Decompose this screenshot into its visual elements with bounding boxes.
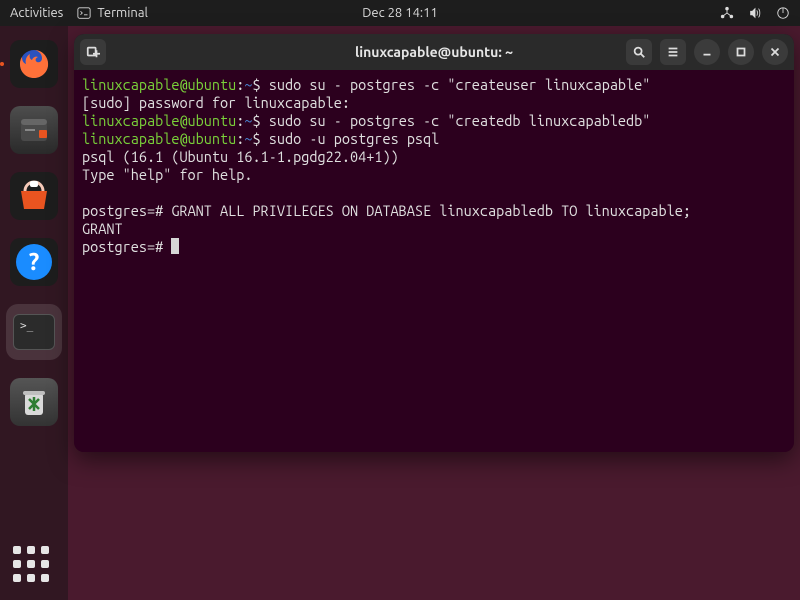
terminal-titlebar[interactable]: linuxcapable@ubuntu: ~	[74, 34, 794, 70]
terminal-cursor	[171, 238, 179, 254]
terminal-thumb-icon: >_	[13, 314, 55, 350]
focused-app-menu[interactable]: Terminal	[77, 6, 148, 20]
terminal-window: linuxcapable@ubuntu: ~ linuxcapable@ubun…	[74, 34, 794, 452]
power-icon[interactable]	[776, 6, 790, 20]
output-line: GRANT	[82, 220, 123, 237]
dock-terminal[interactable]: >_	[6, 304, 62, 360]
hamburger-menu-button[interactable]	[660, 39, 686, 65]
prompt-path: ~	[244, 130, 252, 147]
pg-prompt: postgres=#	[82, 202, 163, 219]
pg-prompt: postgres=#	[82, 238, 163, 255]
prompt-user: linuxcapable@ubuntu	[82, 76, 236, 93]
new-tab-button[interactable]	[80, 39, 106, 65]
cmd-line: GRANT ALL PRIVILEGES ON DATABASE linuxca…	[163, 202, 691, 219]
terminal-app-icon	[77, 6, 91, 20]
search-button[interactable]	[626, 39, 652, 65]
show-applications[interactable]	[0, 546, 68, 588]
output-line: Type "help" for help.	[82, 166, 253, 183]
prompt-symbol: $	[253, 76, 261, 93]
cmd-line: sudo -u postgres psql	[261, 130, 440, 147]
terminal-output[interactable]: linuxcapable@ubuntu:~$ sudo su - postgre…	[74, 70, 794, 452]
dock: ? >_	[0, 26, 68, 600]
dock-firefox[interactable]	[10, 40, 58, 88]
minimize-button[interactable]	[694, 39, 720, 65]
dock-software[interactable]	[10, 172, 58, 220]
close-button[interactable]	[762, 39, 788, 65]
gnome-top-bar: Activities Terminal Dec 28 14:11	[0, 0, 800, 26]
dock-trash[interactable]	[10, 378, 58, 426]
output-line: [sudo] password for linuxcapable:	[82, 94, 350, 111]
prompt-path: ~	[244, 76, 252, 93]
maximize-button[interactable]	[728, 39, 754, 65]
svg-text:?: ?	[29, 248, 40, 275]
prompt-user: linuxcapable@ubuntu	[82, 112, 236, 129]
activities-button[interactable]: Activities	[10, 6, 63, 20]
volume-icon[interactable]	[748, 6, 762, 20]
dock-files[interactable]	[10, 106, 58, 154]
network-icon[interactable]	[720, 6, 734, 20]
prompt-symbol: $	[253, 112, 261, 129]
apps-grid-icon	[13, 546, 55, 588]
dock-help[interactable]: ?	[10, 238, 58, 286]
window-title: linuxcapable@ubuntu: ~	[355, 44, 513, 60]
prompt-symbol: $	[253, 130, 261, 147]
clock[interactable]: Dec 28 14:11	[362, 6, 438, 20]
focused-app-label: Terminal	[97, 6, 148, 20]
cmd-line: sudo su - postgres -c "createuser linuxc…	[261, 76, 651, 93]
prompt-user: linuxcapable@ubuntu	[82, 130, 236, 147]
cmd-line: sudo su - postgres -c "createdb linuxcap…	[261, 112, 651, 129]
prompt-path: ~	[244, 112, 252, 129]
output-line: psql (16.1 (Ubuntu 16.1-1.pgdg22.04+1))	[82, 148, 399, 165]
